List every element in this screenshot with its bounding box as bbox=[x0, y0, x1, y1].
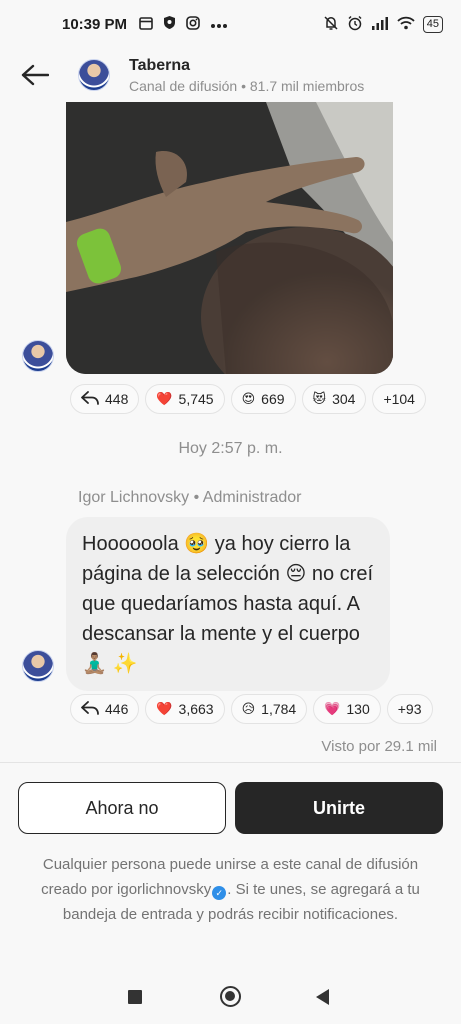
battery-indicator: 45 bbox=[422, 15, 443, 33]
message-reactions: 446 ❤️ 3,663 😥 1,784 💗 130 +93 bbox=[70, 694, 433, 724]
growing-heart-icon: 💗 bbox=[324, 701, 341, 716]
reaction-more[interactable]: +104 bbox=[372, 384, 426, 414]
sender-avatar[interactable] bbox=[22, 340, 54, 372]
alarm-icon bbox=[347, 15, 363, 34]
channel-avatar[interactable] bbox=[78, 59, 110, 91]
verified-badge-icon: ✓ bbox=[212, 886, 227, 900]
chat-area[interactable]: 448 ❤️ 5,745 😍 669 😻 304 +104 Hoy 2:57 p… bbox=[0, 102, 461, 762]
reaction-heart-eyes-cat[interactable]: 😻 304 bbox=[301, 384, 367, 414]
instagram-icon bbox=[186, 15, 200, 33]
back-button[interactable] bbox=[12, 53, 58, 97]
divider bbox=[0, 762, 461, 763]
more-notifications-icon bbox=[210, 17, 228, 32]
heart-icon: ❤️ bbox=[156, 701, 173, 716]
channel-info[interactable]: Taberna Canal de difusión • 81.7 mil mie… bbox=[129, 57, 364, 94]
system-nav-bar bbox=[0, 968, 461, 1024]
recents-button[interactable] bbox=[128, 990, 142, 1004]
join-button[interactable]: Unirte bbox=[235, 782, 443, 834]
reaction-count: 3,663 bbox=[178, 701, 214, 717]
system-back-button[interactable] bbox=[316, 989, 329, 1005]
reaction-growing-heart[interactable]: 💗 130 bbox=[313, 694, 381, 724]
sender-avatar[interactable] bbox=[22, 650, 54, 682]
reaction-count: +104 bbox=[383, 391, 415, 407]
home-button[interactable] bbox=[220, 986, 241, 1007]
calendar-icon bbox=[139, 16, 153, 33]
heart-icon: ❤️ bbox=[156, 391, 173, 406]
message-timestamp: Hoy 2:57 p. m. bbox=[178, 440, 283, 457]
channel-header: Taberna Canal de difusión • 81.7 mil mie… bbox=[0, 48, 461, 102]
reaction-count: 448 bbox=[105, 391, 129, 407]
reaction-count: 446 bbox=[105, 701, 129, 717]
photo-message[interactable] bbox=[66, 102, 393, 374]
mute-icon bbox=[323, 15, 339, 34]
signal-icon bbox=[371, 16, 389, 33]
reaction-more[interactable]: +93 bbox=[386, 694, 433, 724]
reaction-heart[interactable]: ❤️ 5,745 bbox=[145, 384, 225, 414]
reaction-heart-eyes[interactable]: 😍 669 bbox=[230, 384, 296, 414]
heart-eyes-icon: 😍 bbox=[241, 391, 256, 406]
reaction-count: +93 bbox=[397, 701, 422, 717]
message-bubble[interactable]: Hoooooola 🥹 ya hoy cierro la página de l… bbox=[66, 517, 390, 691]
reply-icon bbox=[81, 390, 99, 408]
seen-by-count: Visto por 29.1 mil bbox=[321, 738, 437, 755]
reaction-count: 1,784 bbox=[261, 701, 297, 717]
sad-relieved-icon: 😥 bbox=[241, 701, 256, 716]
join-disclaimer: Cualquier persona puede unirse a este ca… bbox=[30, 852, 431, 927]
reaction-count: 130 bbox=[346, 701, 370, 717]
status-left: 10:39 PM bbox=[62, 15, 228, 33]
not-now-button[interactable]: Ahora no bbox=[18, 782, 226, 834]
heart-eyes-cat-icon: 😻 bbox=[312, 391, 327, 406]
reply-icon bbox=[81, 700, 99, 718]
back-arrow-icon bbox=[21, 64, 49, 86]
reaction-reply[interactable]: 448 bbox=[70, 384, 140, 414]
reaction-reply[interactable]: 446 bbox=[70, 694, 140, 724]
photo-reactions: 448 ❤️ 5,745 😍 669 😻 304 +104 bbox=[70, 384, 426, 414]
status-right: 45 bbox=[323, 15, 443, 34]
reaction-count: 304 bbox=[332, 391, 356, 407]
photo-image bbox=[66, 102, 393, 374]
reaction-heart[interactable]: ❤️ 3,663 bbox=[145, 694, 225, 724]
sender-name: Igor Lichnovsky • Administrador bbox=[78, 489, 302, 506]
reaction-count: 669 bbox=[261, 391, 285, 407]
reaction-count: 5,745 bbox=[178, 391, 214, 407]
channel-name: Taberna bbox=[129, 56, 191, 74]
reaction-sad[interactable]: 😥 1,784 bbox=[230, 694, 308, 724]
channel-subtitle: Canal de difusión • 81.7 mil miembros bbox=[129, 77, 365, 94]
shield-icon bbox=[163, 15, 176, 33]
status-time: 10:39 PM bbox=[62, 15, 128, 33]
wifi-icon bbox=[397, 16, 415, 33]
status-bar: 10:39 PM 45 bbox=[0, 0, 461, 48]
